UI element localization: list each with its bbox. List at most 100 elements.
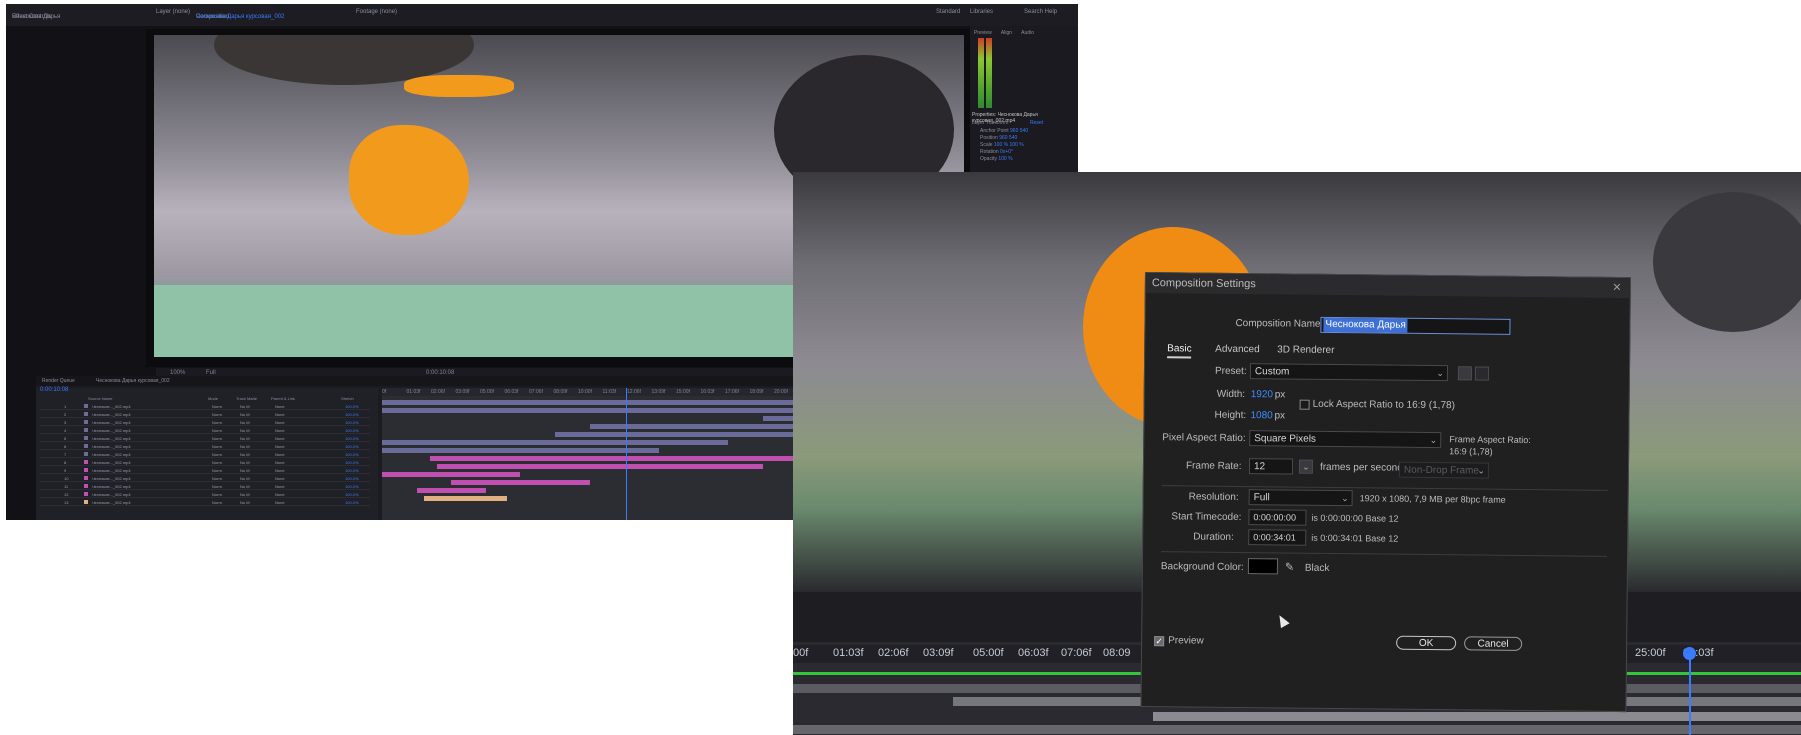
layer-row[interactable]: 6 Чесноков..._002.mp4 Norm No M None 100.0% [40, 444, 370, 450]
layer-row[interactable]: 2 Чесноков..._002.mp4 Norm No M None 100.0% [40, 412, 370, 418]
layer-source-name[interactable]: Чесноков..._002.mp4 [92, 500, 131, 505]
layer-row[interactable]: 12 Чесноков..._002.mp4 Norm No M None 100.0% [40, 492, 370, 498]
save-preset-icon[interactable] [1457, 366, 1473, 381]
layer-bar[interactable] [416, 488, 486, 493]
duration-input[interactable]: 0:00:34:01 [1248, 529, 1307, 546]
layer-row[interactable]: 7 Чесноков..._002.mp4 Norm No M None 100.0% [40, 452, 370, 458]
tab-footage[interactable]: Footage (none) [356, 9, 397, 15]
layer-label-color[interactable] [84, 420, 88, 424]
layer-label-color[interactable] [84, 492, 88, 496]
tab-preview[interactable]: Preview [974, 30, 992, 36]
playhead-handle[interactable] [1683, 647, 1696, 660]
layer-source-name[interactable]: Чесноков..._002.mp4 [92, 476, 131, 481]
tab-basic[interactable]: Basic [1167, 343, 1192, 359]
column-track-matte: Track Matte [236, 396, 257, 401]
lock-aspect-checkbox[interactable] [1299, 399, 1310, 410]
layer-label-color[interactable] [84, 436, 88, 440]
layer-source-name[interactable]: Чесноков..._002.mp4 [92, 412, 131, 417]
chevron-down-icon: ⌄ [1477, 465, 1485, 476]
layer-track-matte: No M [240, 476, 250, 481]
layer-source-name[interactable]: Чесноков..._002.mp4 [92, 444, 131, 449]
layer-bar[interactable] [437, 464, 763, 469]
ok-button[interactable]: OK [1396, 635, 1457, 651]
layer-stretch: 100.0% [345, 420, 359, 425]
layer-source-name[interactable]: Чесноков..._002.mp4 [92, 428, 131, 433]
layer-label-color[interactable] [84, 476, 88, 480]
layer-bar[interactable] [382, 440, 728, 445]
resolution-select[interactable]: Full ⌄ [1248, 489, 1353, 507]
layer-source-name[interactable]: Чесноков..._002.mp4 [92, 452, 131, 457]
layer-source-name[interactable]: Чесноков..._002.mp4 [92, 420, 131, 425]
layer-row[interactable]: 4 Чесноков..._002.mp4 Norm No M None 100.0% [40, 428, 370, 434]
layer-label-color[interactable] [84, 484, 88, 488]
tab-render-queue[interactable]: Render Queue [42, 378, 75, 384]
layer-mode: Norm [212, 444, 222, 449]
layer-bar[interactable] [382, 448, 659, 453]
height-value[interactable]: 1080 [1250, 410, 1272, 421]
reset-link[interactable]: Reset [1030, 120, 1043, 126]
frame-rate-dropdown-icon[interactable]: ⌄ [1298, 459, 1314, 474]
layer-label-color[interactable] [84, 428, 88, 432]
layer-label-color[interactable] [84, 452, 88, 456]
cancel-button[interactable]: Cancel [1464, 636, 1523, 651]
libraries-tab[interactable]: Libraries [970, 9, 993, 15]
layer-source-name[interactable]: Чесноков..._002.mp4 [92, 484, 131, 489]
ruler-tick-label: 00f [793, 647, 809, 659]
layer-source-name[interactable]: Чесноков..._002.mp4 [92, 436, 131, 441]
close-icon[interactable]: ✕ [1610, 281, 1624, 295]
layer-source-name[interactable]: Чесноков..._002.mp4 [92, 492, 131, 497]
current-time[interactable]: 0:00:10:08 [40, 387, 68, 393]
layer-row[interactable]: 1 Чесноков..._002.mp4 Norm No M None 100.0% [40, 404, 370, 410]
photo-composition-settings: 00f 01:03f 02:06f 03:09f 05:00f 06:03f 07:06f 0… [793, 172, 1801, 735]
layer-number: 11 [64, 484, 69, 489]
frame-rate-input[interactable]: 12 [1248, 458, 1294, 475]
ruler-tick-label: 06:03f [504, 389, 519, 395]
layer-bar[interactable] [423, 496, 507, 501]
eyedropper-icon[interactable]: ✎ [1285, 560, 1294, 573]
layer-row[interactable]: 3 Чесноков..._002.mp4 Norm No M None 100.0% [40, 420, 370, 426]
playhead[interactable] [626, 388, 627, 520]
layer-track-matte: No M [240, 404, 250, 409]
layer-row[interactable]: 8 Чесноков..._002.mp4 Norm No M None 100.0% [40, 460, 370, 466]
ruler-tick-label: 05:00f [973, 647, 1004, 659]
layer-row[interactable]: 11 Чесноков..._002.mp4 Norm No M None 100.0% [40, 484, 370, 490]
composition-name-input[interactable]: Чеснокова Дарья [1320, 316, 1511, 335]
layer-label-color[interactable] [84, 460, 88, 464]
delete-preset-icon[interactable] [1474, 366, 1490, 381]
background-color-swatch[interactable] [1247, 558, 1279, 575]
preset-select[interactable]: Custom ⌄ [1249, 363, 1449, 382]
tab-audio[interactable]: Audio [1021, 30, 1034, 36]
layer-row[interactable]: 9 Чесноков..._002.mp4 Norm No M None 100.0% [40, 468, 370, 474]
width-value[interactable]: 1920 [1251, 389, 1273, 400]
layer-label-color[interactable] [84, 404, 88, 408]
layer-bar[interactable] [451, 480, 590, 485]
layer-source-name[interactable]: Чесноков..._002.mp4 [92, 404, 131, 409]
layer-bar[interactable] [382, 472, 521, 477]
layer-source-name[interactable]: Чесноков..._002.mp4 [92, 468, 131, 473]
tab-3d-renderer[interactable]: 3D Renderer [1277, 344, 1334, 356]
search-help[interactable]: Search Help [1024, 9, 1057, 15]
layer-stretch: 100.0% [345, 444, 359, 449]
layer-label-color[interactable] [84, 412, 88, 416]
layer-row[interactable]: 13 Чесноков..._002.mp4 Norm No M None 100.0% [40, 500, 370, 506]
layer-label-color[interactable] [84, 468, 88, 472]
tab-layer[interactable]: Layer (none) [156, 9, 190, 15]
ruler-tick-label: 12:06f [627, 389, 641, 395]
start-timecode-input[interactable]: 0:00:00:00 [1248, 509, 1307, 526]
tab-advanced[interactable]: Advanced [1215, 344, 1260, 355]
playhead-line[interactable] [1689, 654, 1691, 735]
layer-row[interactable]: 5 Чесноков..._002.mp4 Norm No M None 100.0% [40, 436, 370, 442]
pixel-aspect-select[interactable]: Square Pixels ⌄ [1249, 430, 1442, 449]
layer-label-color[interactable] [84, 444, 88, 448]
workspace-standard[interactable]: Standard [936, 9, 960, 15]
dark-shape-right [1653, 192, 1801, 332]
pixel-aspect-label: Pixel Aspect Ratio: [1162, 432, 1246, 445]
preview-checkbox[interactable]: ✓ [1154, 636, 1165, 647]
layer-row[interactable]: 10 Чесноков..._002.mp4 Norm No M None 100.0% [40, 476, 370, 482]
layer-source-name[interactable]: Чесноков..._002.mp4 [92, 460, 131, 465]
tab-align[interactable]: Align [1001, 30, 1012, 36]
tab-timeline-comp[interactable]: Чеснокова Дарья курсовая_002 [96, 378, 170, 384]
layer-label-color[interactable] [84, 500, 88, 504]
ruler-tick-label: 03:09f [923, 647, 954, 659]
layer-bar[interactable] [430, 456, 798, 461]
